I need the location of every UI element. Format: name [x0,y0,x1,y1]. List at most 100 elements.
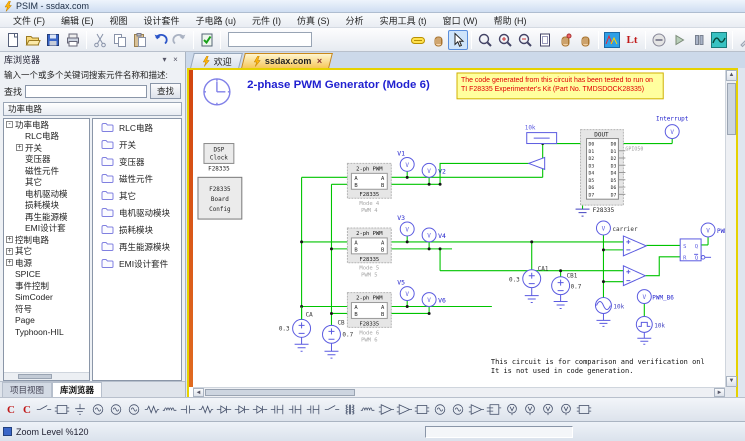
tree-expander-icon[interactable] [6,317,13,324]
pause-icon[interactable] [689,30,709,50]
tree-item[interactable]: EMI设计套 [4,223,89,235]
stop-icon[interactable] [649,30,669,50]
menu-item[interactable]: 帮助 (H) [487,13,534,28]
tree-hscrollbar[interactable] [4,372,89,380]
vertical-scroll-thumb[interactable] [727,83,736,135]
canvas-vertical-scrollbar[interactable]: ▲ ▼ [725,70,736,387]
current-source-icon[interactable] [125,401,143,418]
carrier-source[interactable]: 10k [595,298,624,327]
tree-expander-icon[interactable] [16,225,23,232]
tree-expander-icon[interactable] [6,282,13,289]
rlc-branch-icon[interactable] [197,401,215,418]
tree-expander-icon[interactable] [6,328,13,335]
document-tab[interactable]: 欢迎 [190,53,243,68]
menu-item[interactable]: 实用工具 (t) [373,13,434,28]
pwm-b6-probe[interactable]: V PWM_B6 [637,290,674,304]
tab-close-icon[interactable]: × [316,56,321,66]
scroll-down-icon[interactable]: ▼ [726,376,737,387]
menu-item[interactable]: 设计套件 [137,13,187,28]
print-icon[interactable] [63,30,83,50]
canvas-horizontal-scrollbar[interactable]: ◄ ► [193,387,725,397]
find-button[interactable]: 查找 [150,83,181,99]
menu-item[interactable]: 子电路 (u) [189,13,244,28]
square-source[interactable]: 10k [636,316,665,344]
voltage-probe-icon[interactable] [539,401,557,418]
tree-expander-icon[interactable] [16,179,23,186]
clock-symbol[interactable] [204,79,230,105]
library-folder-item[interactable]: RLC电路 [93,119,181,136]
menu-item[interactable]: 视图 [103,13,135,28]
coupled-inductor-icon[interactable] [359,401,377,418]
redo-icon[interactable] [170,30,190,50]
igbt-icon[interactable] [305,401,323,418]
tree-item[interactable]: + 其它 [4,246,89,258]
sidebar-bottom-tab[interactable]: 库浏览器 [52,382,102,397]
tree-item[interactable]: 符号 [4,303,89,315]
tree-item[interactable]: 事件控制 [4,280,89,292]
library-folder-item[interactable]: 磁性元件 [93,170,181,187]
board-config-block[interactable]: F28335 Board Config [198,177,242,219]
zener-icon[interactable] [233,401,251,418]
voltage-sensor-icon[interactable] [503,401,521,418]
switch-icon[interactable] [323,401,341,418]
tree-item[interactable]: 其它 [4,177,89,189]
transformer-icon[interactable] [341,401,359,418]
library-folder-list[interactable]: RLC电路 开关 变压器 磁性元件 [92,118,182,381]
pan-alt-icon[interactable] [575,30,595,50]
tree-expander-icon[interactable] [16,190,23,197]
horizontal-scroll-thumb[interactable] [205,389,355,396]
zoom-out-icon[interactable] [515,30,535,50]
tree-expander-icon[interactable]: - [6,121,13,128]
category-selector[interactable]: 功率电路 [3,102,182,116]
library-folder-item[interactable]: 电机驱动模块 [93,204,181,221]
sidebar-bottom-tab[interactable]: 项目视图 [2,382,52,397]
tree-expander-icon[interactable] [6,305,13,312]
undo-icon[interactable] [150,30,170,50]
dc-source-icon[interactable] [89,401,107,418]
pwm-probe[interactable]: V PWM [701,223,725,237]
resistor-10k[interactable]: 10k [525,125,557,144]
tree-item[interactable]: - 功率电路 [4,119,89,131]
tree-item[interactable]: 损耗模块 [4,200,89,212]
tree-item[interactable]: SimCoder [4,292,89,304]
source-ca[interactable]: CA 0.3 [279,307,313,352]
menu-item[interactable]: 分析 [339,13,371,28]
ground-icon[interactable] [71,401,89,418]
cut-icon[interactable] [90,30,110,50]
ac-source-icon[interactable] [107,401,125,418]
document-tab[interactable]: ssdax.com × [241,53,333,68]
interrupt-probe[interactable]: V Interrupt [656,116,688,139]
current-sensor-icon[interactable] [521,401,539,418]
run-simview-icon[interactable] [602,30,622,50]
draw-line-icon[interactable] [736,30,745,50]
tree-expander-icon[interactable] [16,156,23,163]
tree-item[interactable]: 磁性元件 [4,165,89,177]
find-input[interactable] [25,85,147,98]
tree-item[interactable]: RLC电路 [4,131,89,143]
library-folder-item[interactable]: 其它 [93,187,181,204]
scroll-up-icon[interactable]: ▲ [726,70,737,81]
voltage-probes[interactable]: V V1 V V2 V V3 V V4 V V5 V V6 [397,149,446,306]
schematic-canvas[interactable]: 2-phase PWM Generator (Mode 6) The code … [193,70,725,387]
tree-expander-icon[interactable]: + [6,248,13,255]
scroll-right-icon[interactable]: ► [714,388,725,397]
library-folder-item[interactable]: 损耗模块 [93,221,181,238]
multiplier-icon[interactable] [449,401,467,418]
menu-item[interactable]: 窗口 (W) [436,13,485,28]
dout-block[interactable]: DOUT D0D0 D1D1 D2D2 D3D3 D4D4 D5D5 D6D6 … [576,130,644,216]
library-folder-item[interactable]: 再生能源模块 [93,238,181,255]
thyristor-icon[interactable] [251,401,269,418]
mosfet-icon[interactable] [287,401,305,418]
lt-icon[interactable]: Lt [622,30,642,50]
tree-expander-icon[interactable] [6,294,13,301]
tree-item[interactable]: + 控制电路 [4,234,89,246]
capsule-icon[interactable] [408,30,428,50]
tree-hscroll-thumb[interactable] [18,374,52,379]
library-folder-item[interactable]: 变压器 [93,153,181,170]
tree-expander-icon[interactable] [16,133,23,140]
limiter-icon[interactable] [413,401,431,418]
select-cursor-icon[interactable] [448,30,468,50]
opamp-icon[interactable] [377,401,395,418]
logic-gate-icon[interactable] [467,401,485,418]
library-tree[interactable]: - 功率电路 RLC电路 + 开关 变压器 [3,118,90,381]
